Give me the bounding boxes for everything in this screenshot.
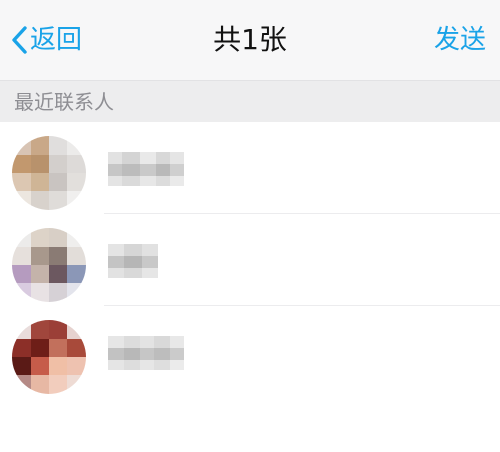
send-button[interactable]: 发送 bbox=[434, 20, 486, 60]
section-label: 最近联系人 bbox=[14, 90, 114, 114]
section-header-recent-contacts: 最近联系人 bbox=[0, 80, 500, 122]
avatar bbox=[12, 136, 86, 210]
contact-name-obscured bbox=[108, 244, 158, 278]
contact-name-obscured bbox=[108, 152, 184, 186]
contact-row[interactable] bbox=[0, 122, 500, 214]
page-title: 共1张 bbox=[213, 23, 287, 56]
avatar bbox=[12, 320, 86, 394]
navigation-bar: 返回 共1张 发送 bbox=[0, 0, 500, 80]
contact-list bbox=[0, 122, 500, 398]
contact-name-obscured bbox=[108, 336, 184, 370]
contact-row[interactable] bbox=[0, 214, 500, 306]
avatar bbox=[12, 228, 86, 302]
contact-row[interactable] bbox=[0, 306, 500, 398]
